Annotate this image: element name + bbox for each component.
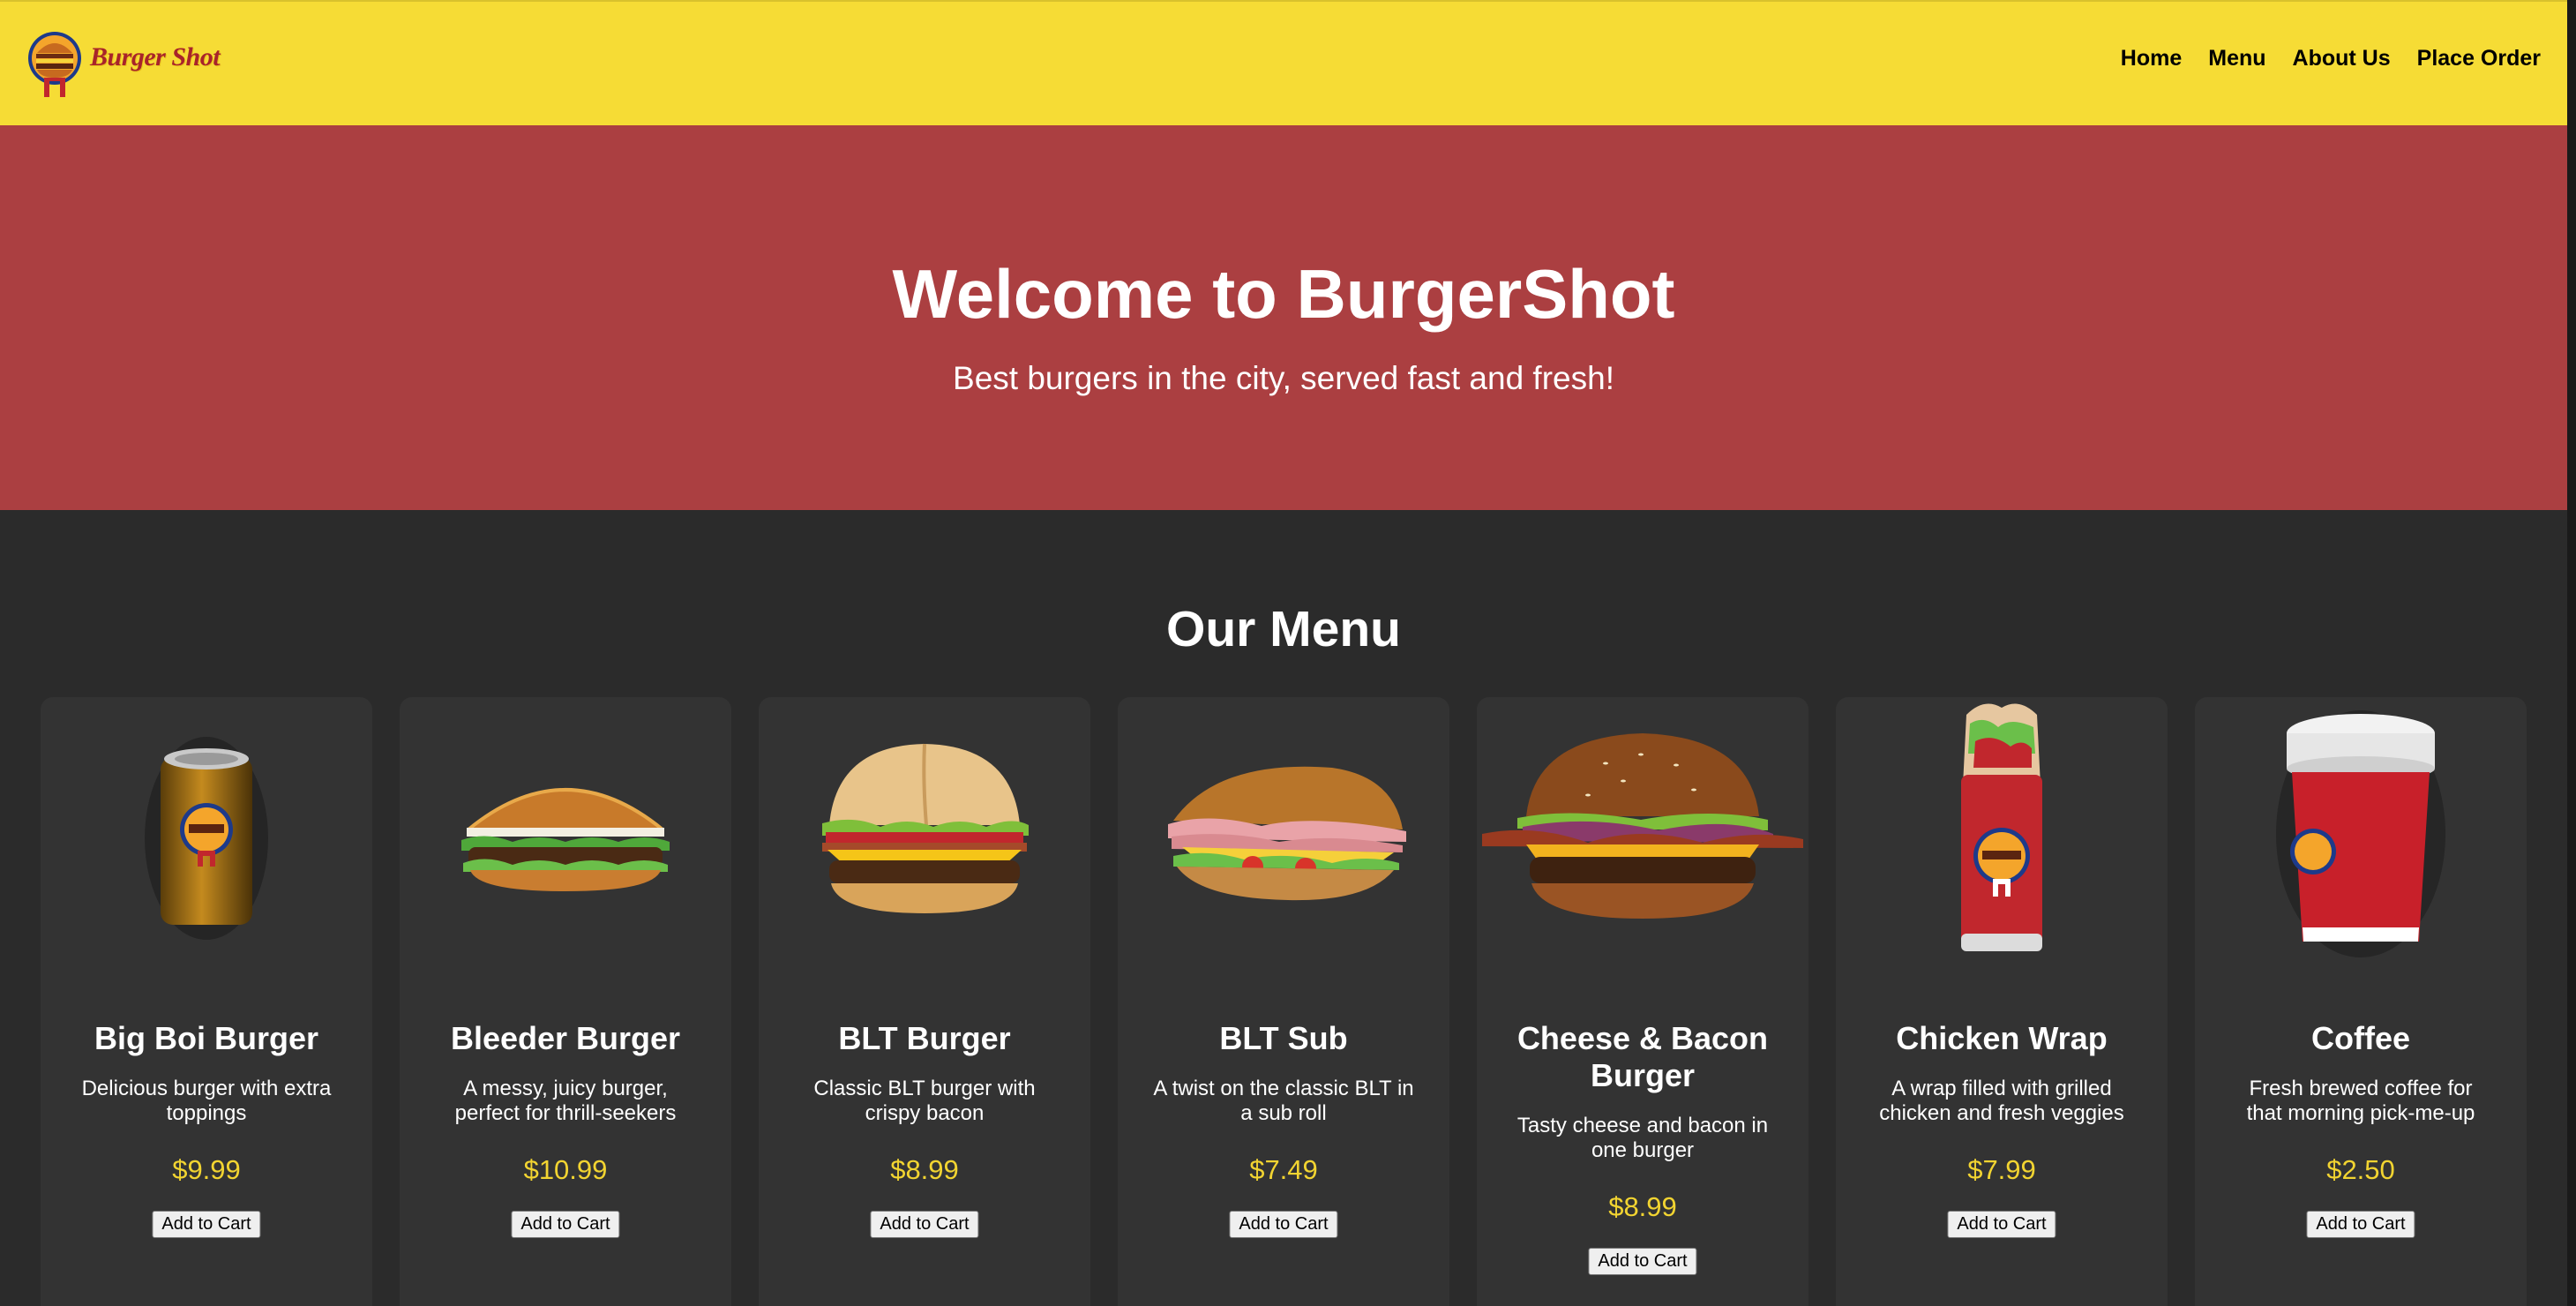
item-price: $8.99 bbox=[890, 1154, 959, 1185]
item-name: Coffee bbox=[2310, 1020, 2410, 1056]
item-description: A wrap filled with grilled chicken and f… bbox=[1879, 1077, 2124, 1125]
item-price: $2.50 bbox=[2326, 1154, 2395, 1185]
cheese-bacon-burger-image bbox=[1477, 697, 1808, 962]
item-description: Delicious burger with extra toppings bbox=[81, 1077, 332, 1125]
item-description: Fresh brewed coffee for that morning pic… bbox=[2246, 1077, 2475, 1125]
add-to-cart-button[interactable]: Add to Cart bbox=[2306, 1211, 2415, 1238]
item-name: BLT Burger bbox=[838, 1020, 1011, 1056]
hero-banner: Welcome to BurgerShot Best burgers in th… bbox=[0, 125, 2567, 510]
menu-card: Cheese & Bacon Burger Tasty cheese and b… bbox=[1477, 697, 1808, 1306]
wrap-image bbox=[1836, 697, 2168, 962]
add-to-cart-button[interactable]: Add to Cart bbox=[152, 1211, 261, 1238]
blt-burger-image bbox=[759, 697, 1090, 962]
menu-card: Bleeder Burger A messy, juicy burger, pe… bbox=[400, 697, 731, 1306]
item-description: Classic BLT burger with crispy bacon bbox=[813, 1077, 1036, 1125]
logo-text: Burger Shot bbox=[90, 42, 221, 71]
coffee-cup-image bbox=[2195, 697, 2527, 962]
item-price: $7.49 bbox=[1249, 1154, 1318, 1185]
add-to-cart-button[interactable]: Add to Cart bbox=[1588, 1248, 1697, 1275]
item-name: BLT Sub bbox=[1219, 1020, 1348, 1056]
menu-card: Big Boi Burger Delicious burger with ext… bbox=[41, 697, 372, 1306]
item-price: $9.99 bbox=[172, 1154, 241, 1185]
menu-card: BLT Burger Classic BLT burger with crisp… bbox=[759, 697, 1090, 1306]
menu-card: Coffee Fresh brewed coffee for that morn… bbox=[2195, 697, 2527, 1306]
site-logo[interactable]: Burger Shot bbox=[25, 26, 236, 102]
item-name: Big Boi Burger bbox=[94, 1020, 318, 1056]
add-to-cart-button[interactable]: Add to Cart bbox=[870, 1211, 979, 1238]
item-price: $7.99 bbox=[1967, 1154, 2036, 1185]
add-to-cart-button[interactable]: Add to Cart bbox=[511, 1211, 620, 1238]
item-price: $8.99 bbox=[1608, 1191, 1677, 1222]
item-name: Cheese & Bacon Burger bbox=[1516, 1020, 1769, 1093]
item-name: Bleeder Burger bbox=[450, 1020, 681, 1056]
nav-home[interactable]: Home bbox=[2121, 46, 2182, 71]
item-price: $10.99 bbox=[523, 1154, 608, 1185]
nav-place-order[interactable]: Place Order bbox=[2417, 46, 2541, 71]
item-description: Tasty cheese and bacon in one burger bbox=[1516, 1114, 1769, 1162]
nav-about-us[interactable]: About Us bbox=[2293, 46, 2391, 71]
item-description: A twist on the classic BLT in a sub roll bbox=[1153, 1077, 1414, 1125]
sub-sandwich-image bbox=[1118, 697, 1449, 962]
menu-card: BLT Sub A twist on the classic BLT in a … bbox=[1118, 697, 1449, 1306]
item-name: Chicken Wrap bbox=[1896, 1020, 2108, 1056]
hero-subtitle: Best burgers in the city, served fast an… bbox=[953, 360, 1614, 396]
main-nav: Home Menu About Us Place Order bbox=[2121, 46, 2541, 71]
burger-image bbox=[400, 697, 731, 962]
item-description: A messy, juicy burger, perfect for thril… bbox=[454, 1077, 677, 1125]
add-to-cart-button[interactable]: Add to Cart bbox=[1229, 1211, 1338, 1238]
burger-logo-icon bbox=[28, 32, 81, 97]
site-header: Burger Shot Home Menu About Us Place Ord… bbox=[0, 0, 2567, 125]
nav-menu[interactable]: Menu bbox=[2208, 46, 2265, 71]
hero-title: Welcome to BurgerShot bbox=[892, 255, 1675, 333]
window-edge bbox=[2567, 0, 2576, 1306]
menu-card: Chicken Wrap A wrap filled with grilled … bbox=[1836, 697, 2168, 1306]
menu-title: Our Menu bbox=[1166, 601, 1401, 657]
add-to-cart-button[interactable]: Add to Cart bbox=[1947, 1211, 2056, 1238]
soda-can-image bbox=[41, 697, 372, 962]
menu-section: Our Menu Big Boi Burger Delicious burger… bbox=[0, 510, 2567, 1306]
